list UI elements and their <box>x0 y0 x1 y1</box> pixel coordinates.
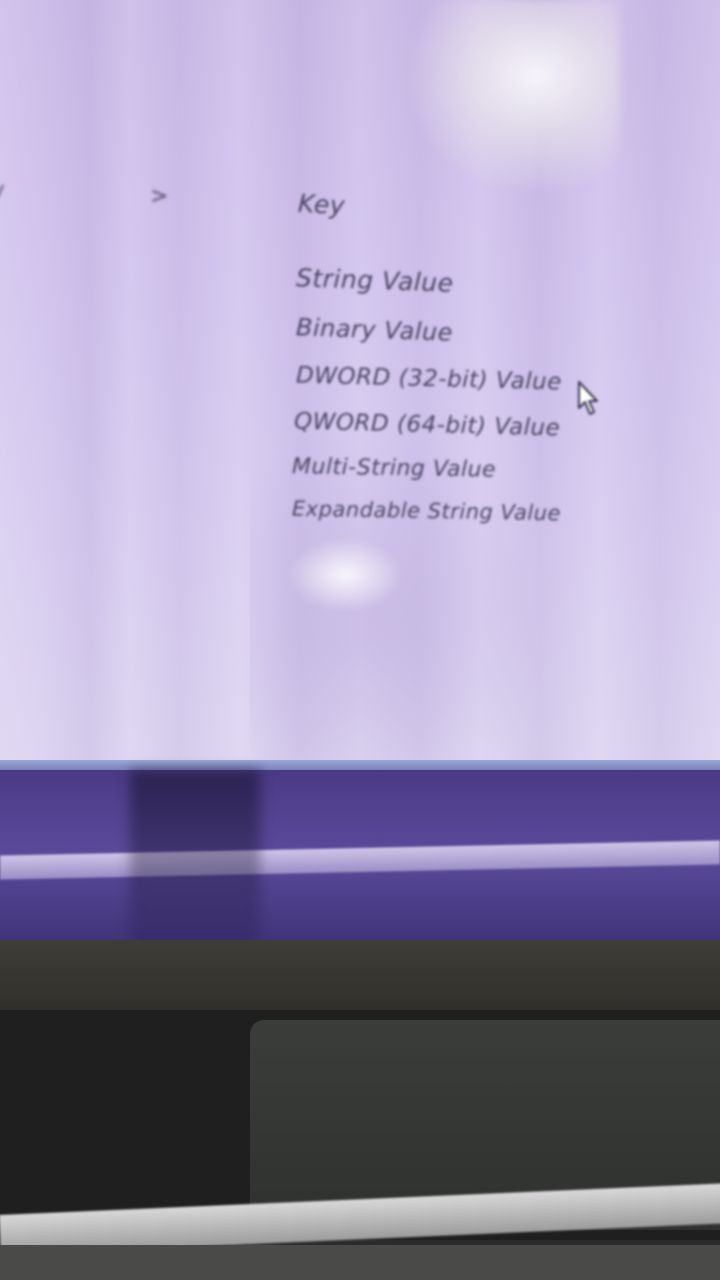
mouse-cursor-icon <box>578 381 598 415</box>
new-submenu: Key String Value Binary Value DWORD (32-… <box>0 0 720 770</box>
desk-surface <box>0 940 720 1020</box>
menu-item-binary-value[interactable]: Binary Value <box>296 313 454 346</box>
menu-item-expandable-string-value[interactable]: Expandable String Value <box>292 497 561 526</box>
photo-scene: w > Key String Value Binary Value DWORD … <box>0 0 720 1280</box>
monitor-screen: w > Key String Value Binary Value DWORD … <box>0 0 720 770</box>
menu-item-string-value[interactable]: String Value <box>296 263 454 297</box>
menu-item-qword-value[interactable]: QWORD (64-bit) Value <box>294 409 561 442</box>
menu-item-key[interactable]: Key <box>297 189 346 220</box>
menu-item-dword-value[interactable]: DWORD (32-bit) Value <box>296 363 562 396</box>
floor <box>0 1245 720 1280</box>
menu-item-multi-string-value[interactable]: Multi-String Value <box>292 454 496 483</box>
